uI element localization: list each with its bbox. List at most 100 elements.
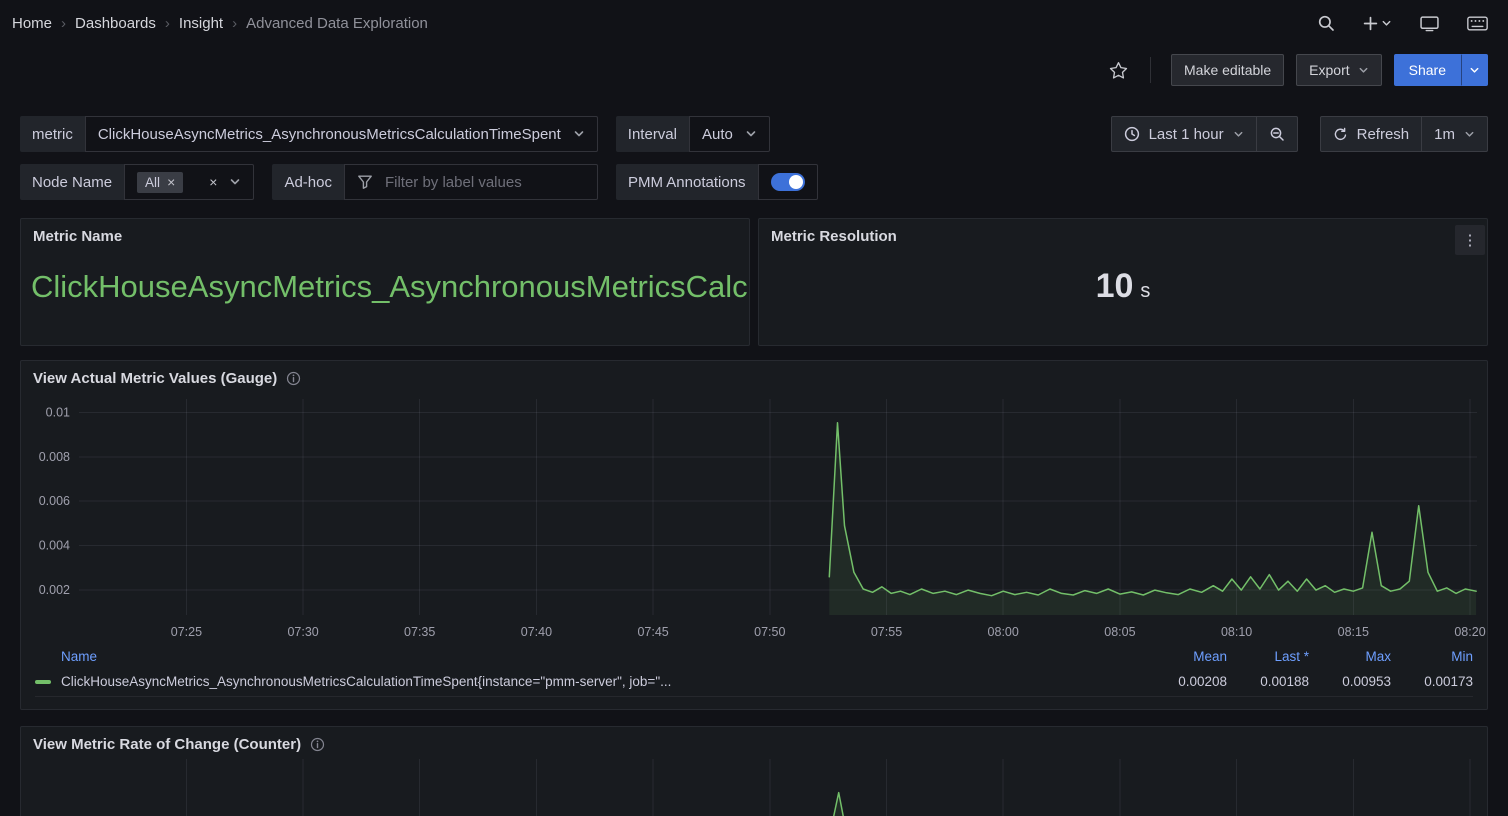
- svg-text:0.01: 0.01: [46, 405, 70, 419]
- refresh-interval-value: 1m: [1434, 126, 1455, 143]
- node-name-selected-tag[interactable]: All ×: [137, 172, 183, 193]
- metric-name-panel-title[interactable]: Metric Name: [33, 228, 122, 245]
- breadcrumb-current-page: Advanced Data Exploration: [246, 15, 428, 32]
- metric-resolution-panel-title[interactable]: Metric Resolution: [771, 228, 897, 245]
- node-name-select[interactable]: All × ×: [124, 164, 254, 200]
- adhoc-filter-input[interactable]: [385, 174, 585, 191]
- nav-bar: Home › Dashboards › Insight › Advanced D…: [0, 0, 1508, 46]
- legend-column-name[interactable]: Name: [35, 649, 1145, 664]
- refresh-button[interactable]: Refresh: [1321, 117, 1422, 151]
- counter-panel-title[interactable]: View Metric Rate of Change (Counter): [33, 736, 301, 753]
- zoom-out-icon[interactable]: [1256, 117, 1297, 151]
- make-editable-button[interactable]: Make editable: [1171, 54, 1284, 86]
- toolbar-divider: [1150, 57, 1151, 83]
- chevron-down-icon: [573, 128, 585, 140]
- chevron-down-icon: [1233, 129, 1244, 140]
- chevron-down-icon: [745, 128, 757, 140]
- svg-text:08:10: 08:10: [1221, 625, 1252, 639]
- metric-variable-control: metric ClickHouseAsyncMetrics_Asynchrono…: [20, 116, 598, 152]
- metric-name-panel: Metric Name ClickHouseAsyncMetrics_Async…: [20, 218, 750, 346]
- legend-column-max[interactable]: Max: [1309, 649, 1391, 664]
- info-icon[interactable]: [310, 737, 325, 752]
- new-menu-button[interactable]: [1361, 14, 1394, 33]
- metric-name-value: ClickHouseAsyncMetrics_AsynchronousMetri…: [21, 251, 749, 305]
- node-name-tag-value: All: [145, 175, 160, 190]
- legend-column-last[interactable]: Last *: [1227, 649, 1309, 664]
- breadcrumb: Home › Dashboards › Insight › Advanced D…: [12, 15, 428, 32]
- legend-row: ClickHouseAsyncMetrics_AsynchronousMetri…: [35, 667, 1473, 697]
- series-name-text: ClickHouseAsyncMetrics_AsynchronousMetri…: [61, 674, 671, 689]
- export-label: Export: [1309, 62, 1349, 78]
- dashboard-page: metric ClickHouseAsyncMetrics_Asynchrono…: [0, 94, 1508, 816]
- adhoc-filter-box[interactable]: [344, 164, 598, 200]
- metric-resolution-value: 10 s: [759, 267, 1487, 306]
- svg-text:08:00: 08:00: [988, 625, 1019, 639]
- pmm-annotations-toggle[interactable]: [771, 173, 805, 191]
- adhoc-filter-control: Ad-hoc: [272, 164, 598, 200]
- gauge-panel: View Actual Metric Values (Gauge) 0.0020…: [20, 360, 1488, 710]
- legend-series-name[interactable]: ClickHouseAsyncMetrics_AsynchronousMetri…: [35, 674, 1145, 689]
- legend-column-mean[interactable]: Mean: [1145, 649, 1227, 664]
- svg-text:0.006: 0.006: [39, 494, 70, 508]
- gauge-panel-title[interactable]: View Actual Metric Values (Gauge): [33, 370, 277, 387]
- time-range-picker[interactable]: Last 1 hour: [1112, 117, 1256, 151]
- svg-text:08:20: 08:20: [1454, 625, 1485, 639]
- share-dropdown-button[interactable]: [1461, 54, 1488, 86]
- refresh-group: Refresh 1m: [1320, 116, 1488, 152]
- legend-last-value: 0.00188: [1227, 674, 1309, 689]
- chevron-down-icon: [229, 176, 241, 188]
- monitor-icon[interactable]: [1418, 13, 1441, 34]
- metric-resolution-number: 10: [1096, 267, 1134, 306]
- metric-variable-value: ClickHouseAsyncMetrics_AsynchronousMetri…: [98, 126, 561, 143]
- export-button[interactable]: Export: [1296, 54, 1381, 86]
- panel-menu-kebab-icon[interactable]: ⋮: [1455, 225, 1485, 255]
- svg-text:0.008: 0.008: [39, 450, 70, 464]
- stat-panels-row: Metric Name ClickHouseAsyncMetrics_Async…: [20, 218, 1488, 346]
- svg-text:08:15: 08:15: [1338, 625, 1369, 639]
- clock-icon: [1124, 126, 1140, 142]
- refresh-label: Refresh: [1357, 126, 1410, 143]
- keyboard-icon[interactable]: [1465, 14, 1490, 33]
- pmm-annotations-label: PMM Annotations: [616, 164, 758, 200]
- svg-text:07:55: 07:55: [871, 625, 902, 639]
- time-controls: Last 1 hour Refresh 1m: [1111, 116, 1488, 152]
- svg-text:0.002: 0.002: [39, 583, 70, 597]
- breadcrumb-dashboards[interactable]: Dashboards: [75, 15, 156, 32]
- interval-select[interactable]: Auto: [689, 116, 770, 152]
- interval-control: Interval Auto: [616, 116, 770, 152]
- refresh-interval-select[interactable]: 1m: [1421, 117, 1487, 151]
- breadcrumb-separator: ›: [61, 15, 66, 32]
- svg-text:07:30: 07:30: [287, 625, 318, 639]
- svg-text:08:05: 08:05: [1104, 625, 1135, 639]
- gauge-chart[interactable]: 0.0020.0040.0060.0080.0107:2507:3007:350…: [21, 393, 1487, 645]
- legend-max-value: 0.00953: [1309, 674, 1391, 689]
- counter-chart[interactable]: [21, 759, 1487, 816]
- chevron-down-icon: [1469, 65, 1480, 76]
- favorite-star-icon[interactable]: [1107, 59, 1130, 82]
- chevron-down-icon: [1381, 18, 1392, 29]
- svg-text:07:50: 07:50: [754, 625, 785, 639]
- svg-text:07:35: 07:35: [404, 625, 435, 639]
- breadcrumb-home[interactable]: Home: [12, 15, 52, 32]
- chevron-down-icon: [1358, 65, 1369, 76]
- clear-selection-icon[interactable]: ×: [209, 175, 217, 189]
- gauge-legend: Name Mean Last * Max Min ClickHouseAsync…: [21, 645, 1487, 703]
- info-icon[interactable]: [286, 371, 301, 386]
- share-button[interactable]: Share: [1394, 54, 1461, 86]
- plus-icon: [1363, 16, 1378, 31]
- breadcrumb-insight[interactable]: Insight: [179, 15, 223, 32]
- breadcrumb-separator: ›: [165, 15, 170, 32]
- node-name-control: Node Name All × ×: [20, 164, 254, 200]
- legend-mean-value: 0.00208: [1145, 674, 1227, 689]
- filter-funnel-icon: [357, 174, 373, 190]
- remove-tag-icon[interactable]: ×: [167, 175, 175, 189]
- svg-text:0.004: 0.004: [39, 539, 70, 553]
- node-name-label: Node Name: [20, 164, 124, 200]
- search-icon[interactable]: [1315, 12, 1337, 34]
- legend-column-min[interactable]: Min: [1391, 649, 1473, 664]
- svg-text:07:40: 07:40: [521, 625, 552, 639]
- time-range-value: Last 1 hour: [1149, 126, 1224, 143]
- legend-header: Name Mean Last * Max Min: [35, 645, 1473, 667]
- svg-text:07:45: 07:45: [637, 625, 668, 639]
- metric-variable-select[interactable]: ClickHouseAsyncMetrics_AsynchronousMetri…: [85, 116, 598, 152]
